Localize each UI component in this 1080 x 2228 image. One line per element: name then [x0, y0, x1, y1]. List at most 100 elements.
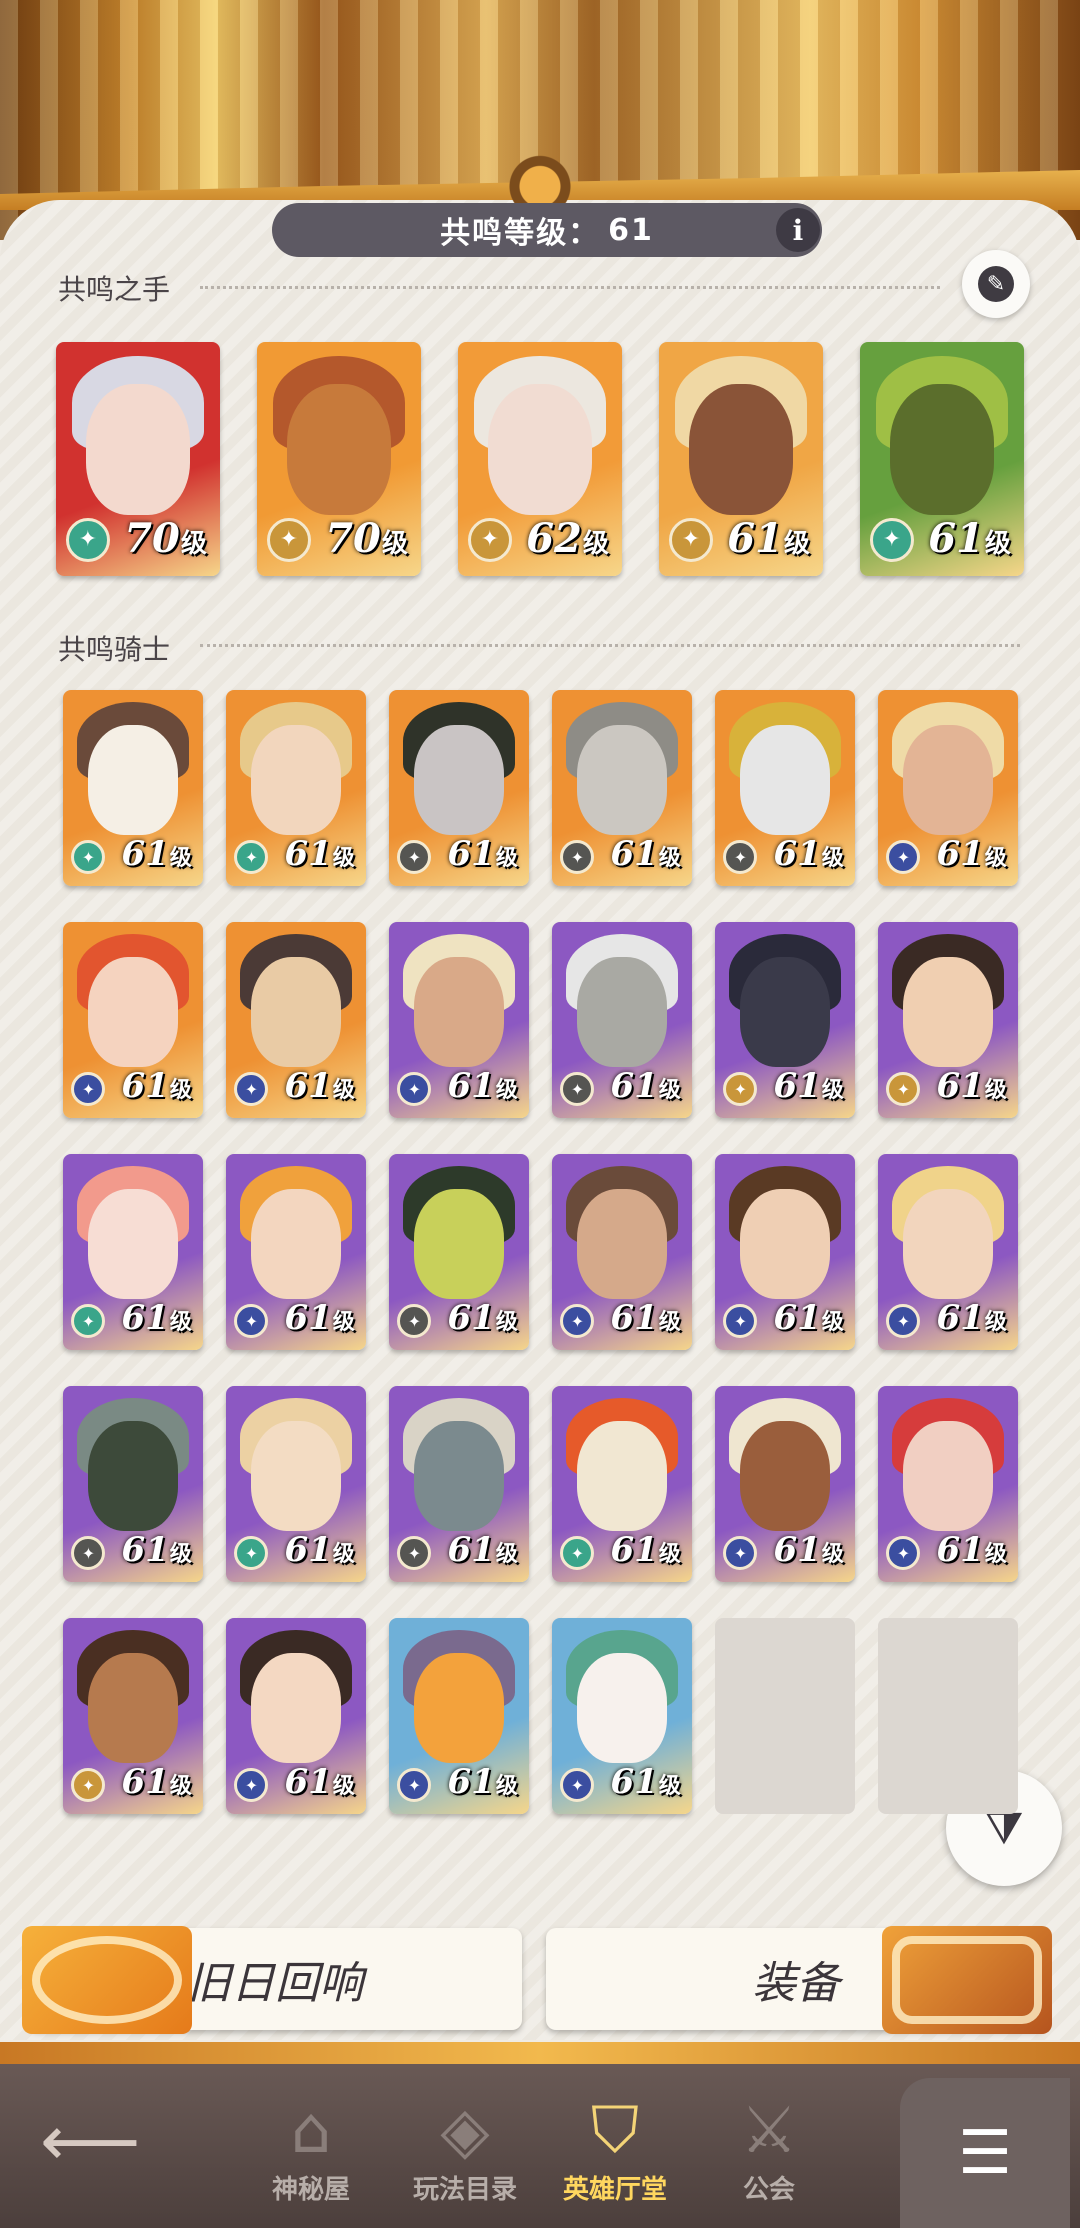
hero-portrait — [286, 384, 392, 516]
hero-card[interactable]: ✦ 61 级 — [226, 1154, 366, 1350]
resonance-level-pill: 共鸣等级： 61 — [272, 203, 822, 257]
hero-card[interactable]: ✦ 61 级 — [878, 922, 1018, 1118]
hero-level-unit: 级 — [169, 845, 192, 872]
hero-card[interactable]: ✦ 61 级 — [552, 1154, 692, 1350]
hero-faction-icon: ✦ — [266, 517, 311, 562]
hero-level-number: 61 — [773, 834, 821, 875]
hero-card[interactable]: ✦ 61 级 — [715, 690, 855, 886]
hero-card[interactable]: ✦ 61 级 — [63, 1618, 203, 1814]
hero-level-number: 61 — [447, 1066, 495, 1107]
hero-card[interactable]: ✦ 61 级 — [878, 1154, 1018, 1350]
hero-level-unit: 级 — [783, 528, 810, 559]
hero-level: 61 级 — [284, 1298, 354, 1338]
hero-card[interactable]: ✦ 61 级 — [552, 690, 692, 886]
hero-card[interactable]: ✦ 61 级 — [860, 342, 1024, 576]
hero-level-unit: 级 — [332, 1541, 355, 1568]
hero-level: 61 级 — [121, 834, 191, 874]
hero-level: 61 级 — [773, 1530, 843, 1570]
hero-portrait — [414, 1421, 504, 1532]
hero-level: 61 级 — [936, 1530, 1006, 1570]
hero-level-number: 61 — [447, 834, 495, 875]
hero-card[interactable]: ✦ 61 级 — [659, 342, 823, 576]
hero-card[interactable]: ✦ 61 级 — [63, 1386, 203, 1582]
hero-level: 61 级 — [773, 834, 843, 874]
helmet-icon: ⛉ — [591, 2094, 639, 2168]
hero-faction-icon: ✦ — [869, 517, 914, 562]
hero-level: 61 级 — [121, 1762, 191, 1802]
hero-level: 61 级 — [447, 1066, 517, 1106]
hero-card[interactable]: ✦ 61 级 — [226, 1618, 366, 1814]
hero-card[interactable]: ✦ 61 级 — [389, 922, 529, 1118]
info-icon[interactable]: i — [776, 208, 820, 252]
hero-level-number: 61 — [284, 1762, 332, 1803]
menu-button[interactable]: ☰ — [900, 2078, 1070, 2228]
hero-portrait — [414, 1189, 504, 1300]
hero-level-unit: 级 — [658, 1077, 681, 1104]
hero-level-unit: 级 — [658, 1309, 681, 1336]
hero-card[interactable]: ✦ 61 级 — [715, 1154, 855, 1350]
nav-guild[interactable]: ⚔ 公会 — [694, 2070, 844, 2220]
hero-card[interactable]: ✦ 62 级 — [458, 342, 622, 576]
echo-ornament-icon — [22, 1926, 192, 2034]
knights-divider — [200, 644, 1020, 647]
hero-card[interactable]: ✦ 61 级 — [226, 690, 366, 886]
hero-level-number: 61 — [447, 1298, 495, 1339]
hero-level-number: 61 — [936, 1530, 984, 1571]
hero-portrait — [414, 1653, 504, 1764]
back-arrow-icon[interactable]: ⟵ — [40, 2100, 140, 2182]
hero-portrait — [903, 957, 993, 1068]
menu-icon: ☰ — [958, 2118, 1012, 2188]
hero-card[interactable]: ✦ 61 级 — [552, 1618, 692, 1814]
hero-card[interactable]: ✦ 61 级 — [63, 690, 203, 886]
hero-level-unit: 级 — [332, 1309, 355, 1336]
hero-card[interactable]: ✦ 61 级 — [878, 1386, 1018, 1582]
hero-level: 61 级 — [727, 515, 810, 562]
nav-label: 神秘屋 — [271, 2175, 350, 2205]
hero-level: 61 级 — [284, 1066, 354, 1106]
hero-card[interactable]: ✦ 61 级 — [389, 690, 529, 886]
hero-level-number: 61 — [610, 834, 658, 875]
hero-card[interactable]: ✦ 61 级 — [552, 1386, 692, 1582]
hero-card[interactable]: ✦ 61 级 — [878, 690, 1018, 886]
nav-mystery-house[interactable]: ⌂ 神秘屋 — [236, 2070, 386, 2220]
hero-level: 61 级 — [610, 1530, 680, 1570]
hero-card[interactable]: ✦ 61 级 — [389, 1618, 529, 1814]
hero-portrait — [88, 957, 178, 1068]
old-echo-label: 旧日回响 — [187, 1958, 363, 2009]
shield-sword-icon — [882, 1926, 1052, 2034]
hero-level-number: 61 — [928, 514, 984, 562]
hero-level-unit: 级 — [495, 1077, 518, 1104]
quill-button[interactable]: ✎ — [962, 250, 1030, 318]
hero-portrait — [251, 725, 341, 836]
hero-portrait — [577, 1421, 667, 1532]
hero-level-number: 61 — [284, 834, 332, 875]
hero-card[interactable]: ✦ 70 级 — [257, 342, 421, 576]
hero-level: 61 级 — [121, 1298, 191, 1338]
hero-card[interactable]: ✦ 61 级 — [63, 922, 203, 1118]
hero-card[interactable]: ✦ 61 级 — [552, 922, 692, 1118]
hero-card[interactable]: ✦ 61 级 — [226, 922, 366, 1118]
hero-card[interactable]: ✦ 61 级 — [389, 1386, 529, 1582]
hero-card[interactable]: ✦ 61 级 — [226, 1386, 366, 1582]
hero-card[interactable]: ✦ 70 级 — [56, 342, 220, 576]
hero-level-number: 61 — [121, 1298, 169, 1339]
hero-level: 70 级 — [124, 515, 207, 562]
hero-level: 61 级 — [447, 834, 517, 874]
house-icon: ⌂ — [290, 2094, 332, 2168]
hero-level-unit: 级 — [658, 1541, 681, 1568]
hero-level-unit: 级 — [495, 1309, 518, 1336]
nav-hero-hall[interactable]: ⛉ 英雄厅堂 — [540, 2070, 690, 2220]
hero-card[interactable]: ✦ 61 级 — [63, 1154, 203, 1350]
hero-level-unit: 级 — [821, 1077, 844, 1104]
nav-gameplay-catalog[interactable]: ◈ 玩法目录 — [390, 2070, 540, 2220]
hero-level-unit: 级 — [984, 528, 1011, 559]
hero-level-number: 61 — [447, 1762, 495, 1803]
hero-level: 61 级 — [610, 1298, 680, 1338]
hero-portrait — [88, 1189, 178, 1300]
hero-card[interactable]: ✦ 61 级 — [715, 1386, 855, 1582]
hero-card[interactable]: ✦ 61 级 — [389, 1154, 529, 1350]
hero-level-unit: 级 — [332, 845, 355, 872]
hero-level: 61 级 — [936, 1066, 1006, 1106]
knights-section-title: 共鸣骑士 — [58, 633, 171, 666]
hero-card[interactable]: ✦ 61 级 — [715, 922, 855, 1118]
